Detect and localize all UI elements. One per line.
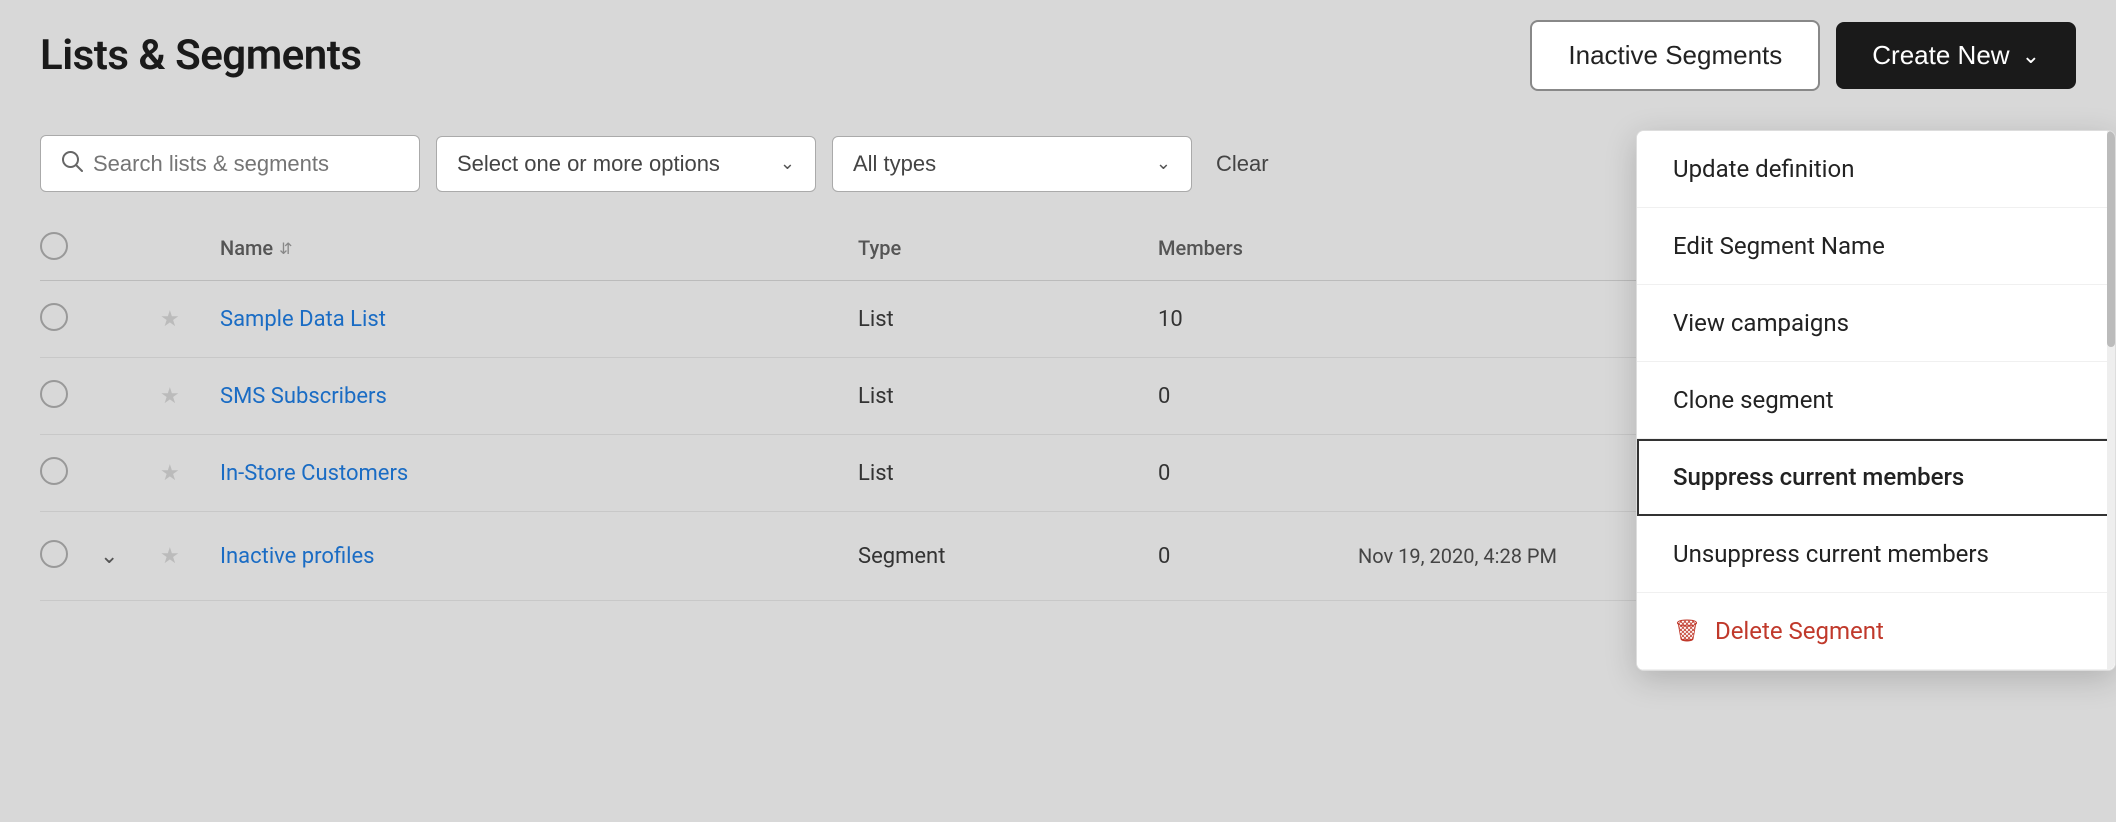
- types-filter-dropdown[interactable]: All types ⌄: [832, 136, 1192, 192]
- row-checkbox-cell: [40, 380, 100, 412]
- th-name-label: Name: [220, 236, 273, 260]
- row-name[interactable]: Inactive profiles: [220, 544, 858, 569]
- page-wrapper: Lists & Segments Inactive Segments Creat…: [0, 0, 2116, 822]
- row-name[interactable]: Sample Data List: [220, 307, 858, 332]
- search-input-wrapper: [40, 135, 420, 192]
- row-checkbox-cell: [40, 303, 100, 335]
- row-expand-icon[interactable]: ⌄: [100, 544, 118, 569]
- chevron-down-icon: ⌄: [780, 153, 795, 174]
- th-members-label: Members: [1158, 236, 1243, 260]
- search-input[interactable]: [93, 151, 399, 177]
- th-members: Members: [1158, 236, 1358, 260]
- row-star-icon[interactable]: ★: [160, 544, 180, 569]
- row-type: List: [858, 461, 1158, 486]
- row-star-icon[interactable]: ★: [160, 307, 180, 332]
- row-checkbox-cell: [40, 457, 100, 489]
- context-menu-item-suppress-current-members[interactable]: Suppress current members: [1637, 439, 2115, 516]
- row-members: 0: [1158, 461, 1358, 486]
- context-menu-item-delete-segment[interactable]: 🗑 Delete Segment: [1637, 593, 2115, 670]
- row-checkbox[interactable]: [40, 457, 68, 485]
- chevron-down-icon: ⌄: [2022, 43, 2040, 69]
- row-checkbox[interactable]: [40, 303, 68, 331]
- row-star-cell: ★: [160, 544, 220, 569]
- search-icon: [61, 150, 83, 177]
- create-new-label: Create New: [1872, 40, 2009, 71]
- sort-icon[interactable]: ⇵: [279, 239, 292, 258]
- row-star-cell: ★: [160, 307, 220, 332]
- context-menu-item-view-campaigns[interactable]: View campaigns: [1637, 285, 2115, 362]
- row-members: 0: [1158, 544, 1358, 569]
- row-checkbox[interactable]: [40, 380, 68, 408]
- options-filter-dropdown[interactable]: Select one or more options ⌄: [436, 136, 816, 192]
- context-menu-item-clone-segment[interactable]: Clone segment: [1637, 362, 2115, 439]
- row-star-icon[interactable]: ★: [160, 384, 180, 409]
- row-name[interactable]: SMS Subscribers: [220, 384, 858, 409]
- delete-label: Delete Segment: [1715, 617, 1884, 645]
- row-type: Segment: [858, 544, 1158, 569]
- row-star-icon[interactable]: ★: [160, 461, 180, 486]
- row-members: 0: [1158, 384, 1358, 409]
- th-name: Name ⇵: [220, 236, 858, 260]
- row-checkbox-cell: [40, 540, 100, 572]
- context-menu-item-edit-segment-name[interactable]: Edit Segment Name: [1637, 208, 2115, 285]
- delete-icon: 🗑: [1673, 619, 1701, 644]
- row-members: 10: [1158, 307, 1358, 332]
- row-checkbox[interactable]: [40, 540, 68, 568]
- context-menu-item-unsuppress-current-members[interactable]: Unsuppress current members: [1637, 516, 2115, 593]
- row-star-cell: ★: [160, 384, 220, 409]
- row-expand-cell: ⌄: [100, 544, 160, 569]
- types-filter-label: All types: [853, 151, 936, 177]
- th-checkbox: [40, 232, 100, 264]
- clear-filters-button[interactable]: Clear: [1208, 151, 1277, 177]
- th-type: Type: [858, 236, 1158, 260]
- row-name[interactable]: In-Store Customers: [220, 461, 858, 486]
- th-type-label: Type: [858, 236, 901, 260]
- context-menu: Update definitionEdit Segment NameView c…: [1636, 130, 2116, 671]
- row-type: List: [858, 384, 1158, 409]
- context-menu-item-update-definition[interactable]: Update definition: [1637, 131, 2115, 208]
- options-filter-label: Select one or more options: [457, 151, 720, 177]
- page-title: Lists & Segments: [40, 31, 361, 80]
- context-menu-scrollbar[interactable]: [2107, 131, 2115, 670]
- page-header: Lists & Segments Inactive Segments Creat…: [0, 0, 2116, 111]
- row-type: List: [858, 307, 1158, 332]
- inactive-segments-button[interactable]: Inactive Segments: [1530, 20, 1820, 91]
- create-new-button[interactable]: Create New ⌄: [1836, 22, 2076, 89]
- select-all-checkbox[interactable]: [40, 232, 68, 260]
- scrollbar-thumb: [2107, 131, 2115, 347]
- header-actions: Inactive Segments Create New ⌄: [1530, 20, 2076, 91]
- chevron-down-icon: ⌄: [1156, 153, 1171, 174]
- row-star-cell: ★: [160, 461, 220, 486]
